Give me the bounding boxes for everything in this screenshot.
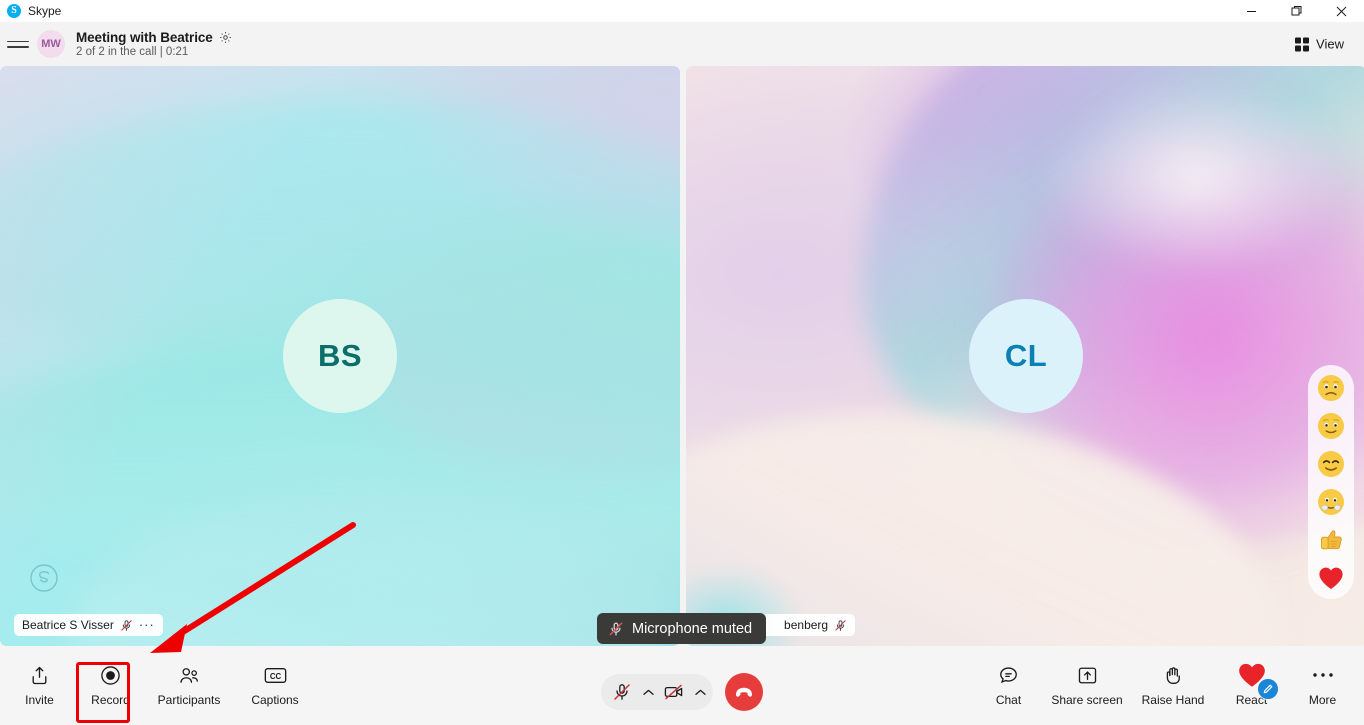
sad-reaction-icon[interactable]: [1316, 373, 1346, 403]
people-icon: [178, 664, 200, 686]
invite-button-label: Invite: [25, 693, 54, 707]
captions-button-label: Captions: [251, 693, 299, 707]
pencil-badge-icon: [1256, 678, 1279, 700]
microphone-muted-toast: Microphone muted: [597, 613, 767, 644]
share-screen-icon: [1077, 664, 1098, 686]
page-title: Meeting with Beatrice: [76, 30, 213, 45]
microphone-options[interactable]: [639, 677, 657, 707]
share-upload-icon: [29, 664, 50, 686]
video-tile-participant-1[interactable]: BS Beatrice S Visser ···: [0, 66, 680, 646]
app-name-label: Skype: [28, 4, 62, 18]
microphone-muted-icon: [834, 619, 847, 632]
record-button[interactable]: Record: [75, 657, 146, 715]
microphone-muted-icon: [608, 621, 624, 637]
applause-reaction-icon[interactable]: [1316, 487, 1346, 517]
chat-button-label: Chat: [995, 693, 1022, 707]
meeting-meta: Meeting with Beatrice 2 of 2 in the call…: [76, 30, 232, 58]
skype-logo-watermark-icon: [28, 562, 60, 594]
end-call-button[interactable]: [725, 673, 763, 711]
heart-reaction-icon[interactable]: [1316, 563, 1346, 593]
close-button[interactable]: [1319, 0, 1364, 22]
grid-icon: [1295, 37, 1310, 51]
meeting-subtitle: 2 of 2 in the call | 0:21: [76, 46, 189, 58]
gear-icon[interactable]: [219, 31, 232, 44]
camera-options[interactable]: [691, 677, 709, 707]
chat-button[interactable]: Chat: [973, 657, 1044, 715]
captions-button[interactable]: CC Captions: [232, 657, 318, 715]
participant-avatar: BS: [283, 299, 397, 413]
more-button[interactable]: More: [1287, 657, 1358, 715]
window-controls: [1229, 0, 1364, 22]
tile-background-highlight: [1039, 77, 1353, 275]
react-icon-wrap: [1236, 662, 1279, 700]
chat-bubble-icon: [998, 664, 1019, 686]
video-stage: BS Beatrice S Visser ··· CL benberg: [0, 66, 1364, 646]
thumbs-up-reaction-icon[interactable]: [1316, 525, 1346, 555]
share-screen-button[interactable]: Share screen: [1044, 657, 1130, 715]
avatar: MW: [37, 30, 65, 58]
toolbar-left-group: Invite Record Participants CC Captions: [0, 657, 318, 715]
view-button-label: View: [1316, 36, 1344, 52]
toolbar-right-group: Chat Share screen Raise Hand React More: [973, 657, 1364, 715]
heart-icon: [1236, 662, 1279, 700]
minimize-button[interactable]: [1229, 0, 1274, 22]
view-button[interactable]: View: [1289, 33, 1350, 56]
skype-logo-icon: S: [7, 4, 21, 18]
toast-message: Microphone muted: [632, 620, 753, 637]
raise-hand-button[interactable]: Raise Hand: [1130, 657, 1216, 715]
react-button[interactable]: React: [1216, 657, 1287, 715]
ellipsis-icon: [1312, 664, 1334, 686]
reactions-rail[interactable]: [1308, 365, 1354, 599]
camera-toggle[interactable]: [657, 677, 691, 707]
media-controls-pill: [601, 674, 713, 710]
restore-button[interactable]: [1274, 0, 1319, 22]
participants-button-label: Participants: [157, 693, 221, 707]
call-controls-cluster: [601, 673, 763, 711]
closed-captions-icon: CC: [264, 664, 287, 686]
raise-hand-button-label: Raise Hand: [1141, 693, 1205, 707]
raise-hand-icon: [1163, 664, 1184, 686]
record-button-label: Record: [91, 693, 130, 707]
microphone-toggle[interactable]: [605, 677, 639, 707]
svg-text:CC: CC: [269, 671, 281, 680]
share-screen-button-label: Share screen: [1051, 693, 1123, 707]
hamburger-icon[interactable]: [7, 33, 29, 55]
app-header: MW Meeting with Beatrice 2 of 2 in the c…: [0, 22, 1364, 66]
participant-name-label: Beatrice S Visser: [22, 618, 114, 632]
window-title-bar: S Skype: [0, 0, 1364, 22]
participant-name-chip: Beatrice S Visser ···: [14, 614, 163, 636]
more-button-label: More: [1308, 693, 1337, 707]
participant-more-options[interactable]: ···: [139, 618, 155, 631]
video-tile-participant-2[interactable]: CL Charlotte de Lic benberg: [686, 66, 1364, 646]
title-bar-left: S Skype: [0, 4, 61, 18]
participant-name-label: benberg: [784, 618, 829, 632]
surprised-reaction-icon[interactable]: [1316, 411, 1346, 441]
meeting-title-row: Meeting with Beatrice: [76, 30, 232, 45]
record-circle-icon: [100, 664, 121, 686]
participant-avatar: CL: [969, 299, 1083, 413]
invite-button[interactable]: Invite: [4, 657, 75, 715]
participants-button[interactable]: Participants: [146, 657, 232, 715]
microphone-muted-icon: [120, 619, 133, 632]
laugh-reaction-icon[interactable]: [1316, 449, 1346, 479]
